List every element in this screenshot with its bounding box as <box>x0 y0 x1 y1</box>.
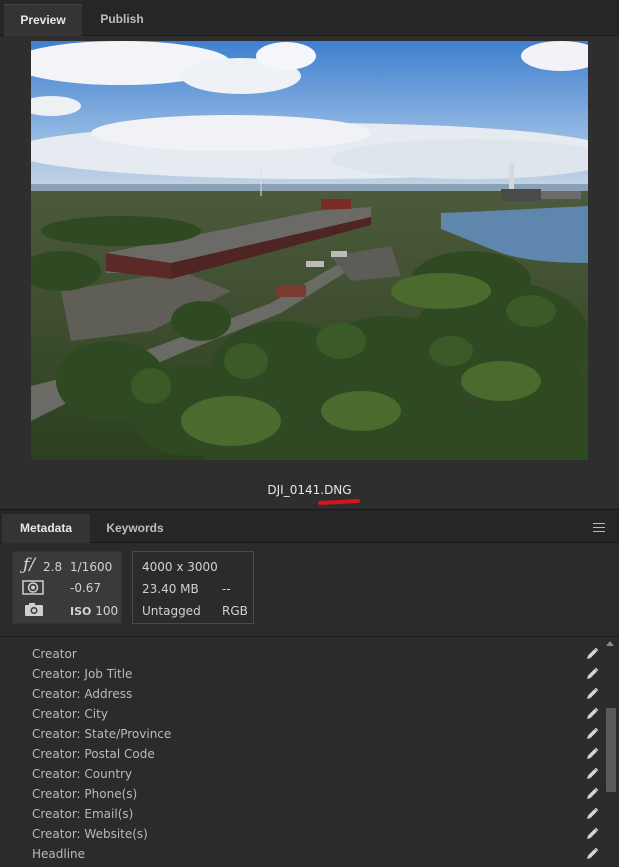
field-row-creator-websites[interactable]: Creator: Website(s) <box>0 824 603 844</box>
tab-metadata[interactable]: Metadata <box>2 514 90 544</box>
pencil-edit-icon[interactable] <box>585 827 599 841</box>
field-row-creator[interactable]: Creator <box>0 644 603 664</box>
iso-value: 100 <box>95 604 119 618</box>
pencil-edit-icon[interactable] <box>585 747 599 761</box>
pencil-edit-icon[interactable] <box>585 787 599 801</box>
pencil-edit-icon[interactable] <box>585 767 599 781</box>
field-label: Creator: Email(s) <box>32 807 134 821</box>
color-mode: RGB <box>222 604 248 618</box>
field-row-creator-address[interactable]: Creator: Address <box>0 684 603 704</box>
field-row-creator-job-title[interactable]: Creator: Job Title <box>0 664 603 684</box>
filename-extension: .DNG <box>320 483 352 497</box>
scrollbar-thumb[interactable] <box>606 708 616 792</box>
filename-label: DJI_0141.DNG <box>0 483 619 497</box>
aperture-icon: ƒ/ <box>23 555 36 575</box>
pencil-edit-icon[interactable] <box>585 687 599 701</box>
tab-keywords[interactable]: Keywords <box>92 514 178 544</box>
tab-publish[interactable]: Publish <box>84 4 160 36</box>
field-label: Creator: Website(s) <box>32 827 148 841</box>
field-list-scrollbar[interactable] <box>603 638 619 867</box>
field-row-creator-postal-code[interactable]: Creator: Postal Code <box>0 744 603 764</box>
tab-preview[interactable]: Preview <box>4 4 82 36</box>
red-underline-annotation <box>317 498 361 506</box>
metering-icon <box>22 580 44 595</box>
top-tab-bar: Preview Publish <box>0 0 619 36</box>
field-label: Creator: State/Province <box>32 727 172 741</box>
camera-icon <box>25 603 43 616</box>
metadata-field-list: Creator Creator: Job Title Creator: Addr… <box>0 638 603 867</box>
image-dimensions: 4000 x 3000 <box>142 560 218 574</box>
field-row-creator-state-province[interactable]: Creator: State/Province <box>0 724 603 744</box>
file-info-section: ƒ/ 2.8 1/1600 -0.67 ISO 100 4000 x 3000 … <box>0 543 619 637</box>
shutter-speed: 1/1600 <box>70 560 113 574</box>
filename-prefix: DJI_0141 <box>267 483 321 497</box>
metadata-tab-bar: Metadata Keywords <box>0 509 619 544</box>
aperture-value: 2.8 <box>43 560 63 574</box>
field-label: Headline <box>32 847 86 861</box>
iso-readout: ISO 100 <box>70 604 118 618</box>
exposure-compensation: -0.67 <box>70 581 102 595</box>
field-label: Creator: Postal Code <box>32 747 155 761</box>
preview-panel: DJI_0141.DNG <box>0 36 619 508</box>
field-row-headline[interactable]: Headline <box>0 844 603 864</box>
field-label: Creator: City <box>32 707 108 721</box>
file-size: 23.40 MB <box>142 582 199 596</box>
pencil-edit-icon[interactable] <box>585 647 599 661</box>
field-label: Creator: Job Title <box>32 667 133 681</box>
field-label: Creator: Country <box>32 767 133 781</box>
field-label: Creator: Phone(s) <box>32 787 138 801</box>
field-label: Creator: Address <box>32 687 133 701</box>
field-row-creator-phones[interactable]: Creator: Phone(s) <box>0 784 603 804</box>
pencil-edit-icon[interactable] <box>585 847 599 861</box>
file-size-extra: -- <box>222 582 231 596</box>
preview-image <box>31 41 588 460</box>
color-label: Untagged <box>142 604 201 618</box>
camera-data-box: ƒ/ 2.8 1/1600 -0.67 ISO 100 <box>12 551 122 624</box>
field-row-creator-country[interactable]: Creator: Country <box>0 764 603 784</box>
iso-label: ISO <box>70 605 92 618</box>
scroll-up-arrow-icon[interactable] <box>606 641 614 646</box>
field-row-creator-emails[interactable]: Creator: Email(s) <box>0 804 603 824</box>
pencil-edit-icon[interactable] <box>585 707 599 721</box>
hamburger-menu-icon[interactable] <box>593 523 605 532</box>
pencil-edit-icon[interactable] <box>585 727 599 741</box>
field-row-creator-city[interactable]: Creator: City <box>0 704 603 724</box>
pencil-edit-icon[interactable] <box>585 667 599 681</box>
field-label: Creator <box>32 647 77 661</box>
file-data-box: 4000 x 3000 23.40 MB -- Untagged RGB <box>132 551 254 624</box>
pencil-edit-icon[interactable] <box>585 807 599 821</box>
